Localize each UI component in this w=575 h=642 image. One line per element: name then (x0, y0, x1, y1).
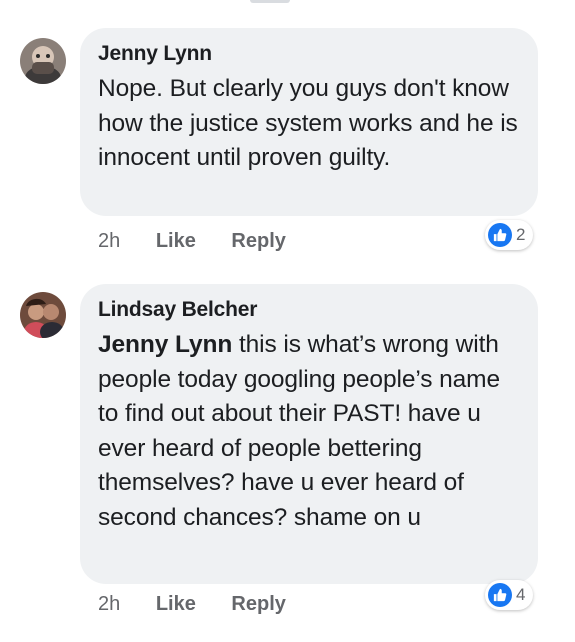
like-button[interactable]: Like (156, 230, 196, 253)
reaction-summary[interactable]: 4 (485, 580, 534, 610)
comment-body: this is what’s wrong with people today g… (98, 331, 500, 531)
comment-actions: 2h Like Reply (98, 230, 286, 253)
comment-text: Nope. But clearly you guys don't know ho… (98, 75, 518, 171)
avatar-photo-icon (20, 292, 66, 338)
comment-author[interactable]: Lindsay Belcher (98, 298, 518, 322)
comment-timestamp[interactable]: 2h (98, 593, 120, 616)
avatar[interactable] (20, 38, 66, 84)
comment-bubble: Lindsay Belcher Jenny Lynn this is what’… (80, 284, 538, 584)
comment-thread: Jenny Lynn Nope. But clearly you guys do… (0, 0, 575, 642)
like-button[interactable]: Like (156, 593, 196, 616)
reaction-count: 4 (516, 585, 526, 604)
comment-bubble: Jenny Lynn Nope. But clearly you guys do… (80, 28, 538, 216)
comment-actions: 2h Like Reply (98, 593, 286, 616)
reply-button[interactable]: Reply (231, 230, 285, 253)
comment-timestamp[interactable]: 2h (98, 230, 120, 253)
reaction-count: 2 (516, 225, 526, 244)
previous-element-fragment (250, 0, 290, 3)
avatar-photo-icon (20, 38, 66, 84)
comment-author[interactable]: Jenny Lynn (98, 42, 518, 66)
mention-tag[interactable]: Jenny Lynn (98, 331, 232, 358)
like-icon (488, 223, 512, 247)
reaction-summary[interactable]: 2 (485, 220, 534, 250)
reply-button[interactable]: Reply (231, 593, 285, 616)
comment-text: Jenny Lynn this is what’s wrong with peo… (98, 328, 518, 535)
avatar[interactable] (20, 292, 66, 338)
like-icon (488, 583, 512, 607)
